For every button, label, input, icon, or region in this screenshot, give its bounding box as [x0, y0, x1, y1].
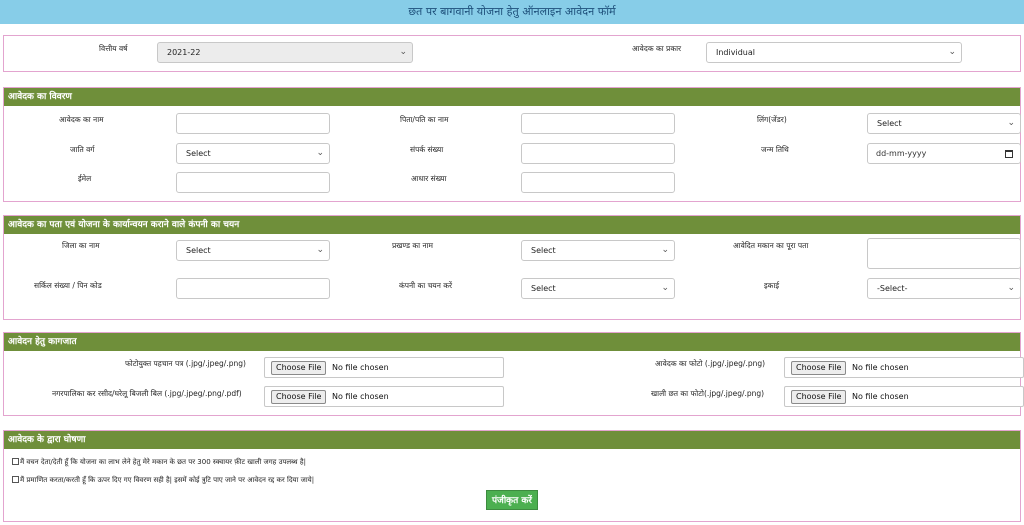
chevron-down-icon: ⌄ — [399, 47, 407, 57]
aadhaar-label: आधार संख्या — [411, 174, 447, 183]
choose-file-button[interactable]: Choose File — [791, 361, 847, 375]
declaration-text: मैं वचन देता/देती हूँ कि योजना का लाभ ले… — [20, 458, 306, 466]
unit-value: -Select- — [877, 284, 908, 293]
choose-file-button[interactable]: Choose File — [791, 390, 847, 404]
file-status: No file chosen — [332, 392, 389, 401]
fy-select[interactable]: 2021-22 ⌄ — [157, 42, 413, 63]
fy-value: 2021-22 — [167, 48, 201, 57]
section-heading: आवेदन हेतु कागजात — [4, 333, 1020, 351]
photo-id-label: फोटोयुक्त पहचान पत्र (.jpg/.jpeg/.png) — [125, 359, 246, 368]
applicant-photo-file-input[interactable]: Choose File No file chosen — [784, 357, 1024, 378]
house-address-label: आवेदित मकान का पूरा पता — [733, 241, 809, 250]
dob-value: dd-mm-yyyy — [876, 149, 927, 158]
contact-input[interactable] — [521, 143, 675, 164]
photo-id-file-input[interactable]: Choose File No file chosen — [264, 357, 504, 378]
applicant-name-input[interactable] — [176, 113, 330, 134]
applicant-type-value: Individual — [716, 48, 755, 57]
address-section: आवेदक का पता एवं योजना के कार्यान्वयन कर… — [3, 215, 1021, 320]
choose-file-button[interactable]: Choose File — [271, 390, 327, 404]
applicant-name-label: आवेदक का नाम — [59, 115, 104, 124]
register-button[interactable]: पंजीकृत करें — [486, 490, 538, 510]
gender-value: Select — [877, 119, 902, 128]
applicant-type-select[interactable]: Individual ⌄ — [706, 42, 962, 63]
district-select[interactable]: Select ⌄ — [176, 240, 330, 261]
roof-photo-file-input[interactable]: Choose File No file chosen — [784, 386, 1024, 407]
block-value: Select — [531, 246, 556, 255]
choose-file-button[interactable]: Choose File — [271, 361, 327, 375]
chevron-down-icon: ⌄ — [316, 148, 324, 158]
certification-text: मैं प्रमाणित करता/करती हूँ कि ऊपर दिए गए… — [20, 476, 315, 484]
caste-value: Select — [186, 149, 211, 158]
chevron-down-icon: ⌄ — [661, 283, 669, 293]
roof-photo-label: खाली छत का फोटो(.jpg/.jpeg/.png) — [651, 389, 765, 398]
email-label: ईमेल — [78, 174, 92, 183]
father-name-label: पिता/पति का नाम — [400, 115, 449, 124]
email-input[interactable] — [176, 172, 330, 193]
section-heading: आवेदक के द्वारा घोषणा — [4, 431, 1020, 449]
applicant-photo-label: आवेदक का फोटो (.jpg/.jpeg/.png) — [655, 359, 766, 368]
page-title: छत पर बागवानी योजना हेतु ऑनलाइन आवेदन फॉ… — [0, 0, 1024, 24]
dob-input[interactable]: dd-mm-yyyy — [867, 143, 1021, 164]
section-heading: आवेदक का पता एवं योजना के कार्यान्वयन कर… — [4, 216, 1020, 234]
dob-label: जन्म तिथि — [761, 145, 789, 154]
fy-label: वित्तीय वर्ष — [99, 44, 128, 53]
chevron-down-icon: ⌄ — [1007, 118, 1015, 128]
circle-pin-label: सर्किल संख्या / पिन कोड — [34, 281, 102, 290]
district-value: Select — [186, 246, 211, 255]
declaration-item[interactable]: मैं प्रमाणित करता/करती हूँ कि ऊपर दिए गए… — [12, 476, 314, 485]
gender-label: लिंग(जेंडर) — [757, 115, 787, 124]
chevron-down-icon: ⌄ — [661, 245, 669, 255]
gender-select[interactable]: Select ⌄ — [867, 113, 1021, 134]
unit-label: इकाई — [764, 281, 780, 290]
unit-select[interactable]: -Select- ⌄ — [867, 278, 1021, 299]
company-select[interactable]: Select ⌄ — [521, 278, 675, 299]
declaration-checkbox[interactable] — [12, 458, 19, 465]
bill-label: नगरपालिका कर रसीद/घरेलू बिजली बिल (.jpg/… — [52, 389, 242, 398]
calendar-icon[interactable] — [1005, 150, 1013, 158]
file-status: No file chosen — [852, 392, 909, 401]
file-status: No file chosen — [852, 363, 909, 372]
aadhaar-input[interactable] — [521, 172, 675, 193]
bill-file-input[interactable]: Choose File No file chosen — [264, 386, 504, 407]
declaration-item[interactable]: मैं वचन देता/देती हूँ कि योजना का लाभ ले… — [12, 458, 306, 467]
chevron-down-icon: ⌄ — [316, 245, 324, 255]
caste-label: जाति वर्ग — [70, 145, 95, 154]
chevron-down-icon: ⌄ — [1007, 283, 1015, 293]
father-name-input[interactable] — [521, 113, 675, 134]
district-label: जिला का नाम — [62, 241, 100, 250]
section-heading: आवेदक का विवरण — [4, 88, 1020, 106]
file-status: No file chosen — [332, 363, 389, 372]
block-select[interactable]: Select ⌄ — [521, 240, 675, 261]
house-address-textarea[interactable] — [867, 238, 1021, 269]
circle-pin-input[interactable] — [176, 278, 330, 299]
contact-label: संपर्क संख्या — [410, 145, 444, 154]
top-section: वित्तीय वर्ष 2021-22 ⌄ आवेदक का प्रकार I… — [3, 35, 1021, 72]
chevron-down-icon: ⌄ — [948, 47, 956, 57]
applicant-section: आवेदक का विवरण आवेदक का नाम पिता/पति का … — [3, 87, 1021, 202]
block-label: प्रखण्ड का नाम — [392, 241, 434, 250]
company-label: कंपनी का चयन करें — [399, 281, 453, 290]
documents-section: आवेदन हेतु कागजात फोटोयुक्त पहचान पत्र (… — [3, 332, 1024, 416]
applicant-type-label: आवेदक का प्रकार — [632, 44, 682, 53]
certification-checkbox[interactable] — [12, 476, 19, 483]
company-value: Select — [531, 284, 556, 293]
caste-select[interactable]: Select ⌄ — [176, 143, 330, 164]
